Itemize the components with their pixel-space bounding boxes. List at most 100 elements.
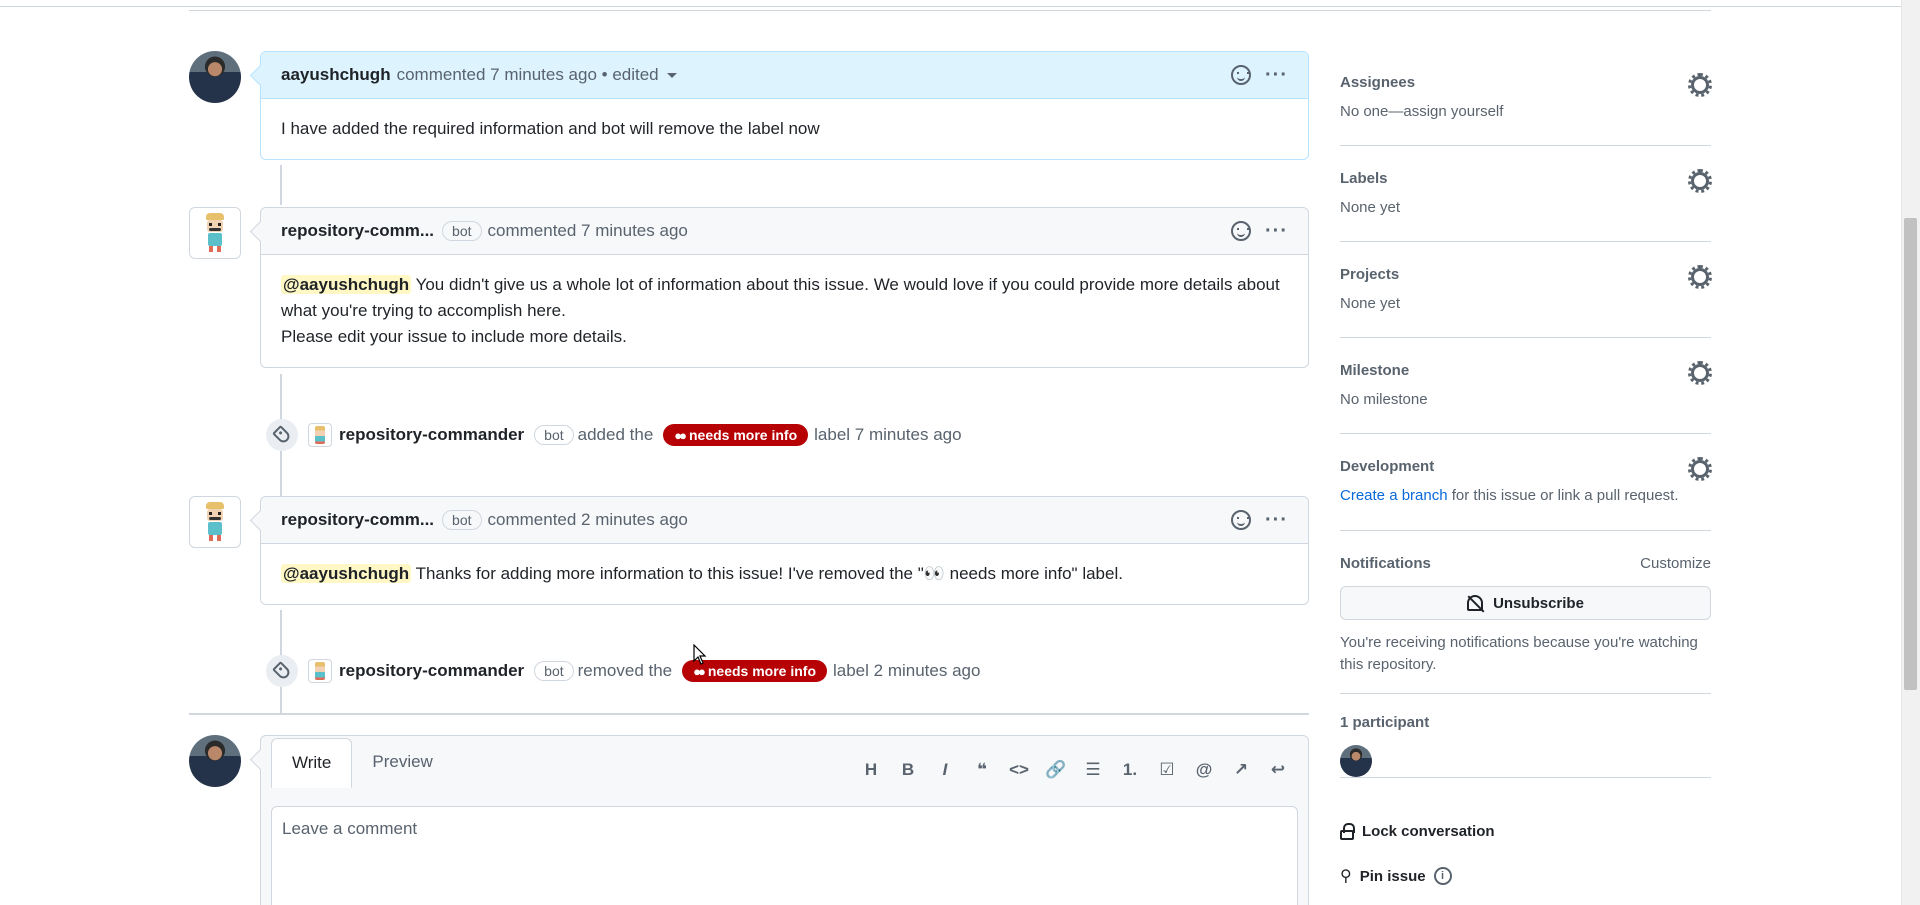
scrollbar[interactable] [1901, 0, 1920, 905]
assignees-title[interactable]: Assignees [1340, 74, 1711, 91]
bot-badge: bot [534, 661, 574, 681]
labels-section: Labels None yet [1340, 146, 1712, 242]
comment-input[interactable]: Leave a comment [271, 806, 1298, 905]
kebab-menu-icon[interactable]: ··· [1265, 221, 1288, 241]
event-action: removed the [577, 661, 673, 680]
participants-title: 1 participant [1340, 714, 1430, 731]
comment-meta[interactable]: commented 7 minutes ago • edited [397, 65, 659, 85]
tab-write[interactable]: Write [271, 738, 353, 788]
comment-header: repository-comm... bot commented 2 minut… [261, 497, 1308, 544]
comment: repository-comm... bot commented 2 minut… [260, 496, 1309, 605]
tag-icon [272, 425, 292, 445]
milestone-title[interactable]: Milestone [1340, 362, 1711, 379]
pin-icon: ⚲ [1340, 868, 1352, 885]
timeline-divider [189, 713, 1309, 715]
smiley-icon[interactable] [1231, 221, 1252, 241]
label-text: needs more info [707, 663, 816, 679]
event-actor[interactable]: repository-commander [339, 425, 524, 445]
development-section: Development Create a branch for this iss… [1340, 434, 1712, 531]
user-mention[interactable]: @aayushchugh [281, 275, 412, 294]
pin-label: Pin issue [1359, 867, 1426, 885]
customize-link[interactable]: Customize [1640, 555, 1711, 572]
unordered-list-icon[interactable]: ☰ [1081, 760, 1105, 780]
lock-icon [1340, 822, 1355, 840]
notifications-section: Notifications Customize Unsubscribe You'… [1340, 531, 1711, 694]
ordered-list-icon[interactable]: 1. [1118, 760, 1142, 780]
italic-icon[interactable]: I [933, 760, 957, 780]
gear-icon[interactable] [1688, 361, 1712, 385]
labels-title[interactable]: Labels [1340, 170, 1711, 187]
comment-meta[interactable]: commented 7 minutes ago [488, 221, 688, 241]
code-icon[interactable]: <> [1007, 760, 1031, 780]
unsubscribe-label: Unsubscribe [1493, 594, 1584, 612]
milestone-section: Milestone No milestone [1340, 338, 1712, 434]
mention-icon[interactable]: @ [1192, 760, 1216, 780]
comment-text: You didn't give us a whole lot of inform… [281, 275, 1280, 320]
timeline-event: repository-commander bot removed the ●● n… [266, 655, 980, 687]
reference-icon[interactable]: ↗ [1229, 760, 1253, 780]
comment-author[interactable]: repository-comm... [281, 510, 434, 530]
comment-header: repository-comm... bot commented 7 minut… [261, 208, 1308, 255]
event-actor[interactable]: repository-commander [339, 661, 524, 681]
lock-conversation-link[interactable]: Lock conversation [1340, 822, 1495, 840]
labels-value: None yet [1340, 199, 1401, 216]
event-suffix: label 2 minutes ago [833, 661, 981, 680]
gear-icon[interactable] [1688, 169, 1712, 193]
timeline-event: repository-commander bot added the ●● nee… [266, 419, 962, 451]
lock-label: Lock conversation [1362, 823, 1495, 840]
bot-avatar[interactable] [189, 207, 241, 259]
participant-avatar[interactable] [1340, 745, 1372, 777]
chevron-down-icon[interactable] [666, 72, 677, 78]
gear-icon[interactable] [1688, 265, 1712, 289]
smiley-icon[interactable] [1231, 65, 1252, 85]
comment-text: Please edit your issue to include more d… [281, 327, 627, 346]
quote-icon[interactable]: ❝ [970, 760, 994, 780]
gear-icon[interactable] [1688, 73, 1712, 97]
projects-title[interactable]: Projects [1340, 266, 1711, 283]
bot-badge: bot [534, 425, 574, 445]
section-divider [189, 10, 1711, 11]
development-text: for this issue or link a pull request. [1447, 487, 1679, 504]
assignees-section: Assignees No one—assign yourself [1340, 62, 1712, 146]
bot-avatar[interactable] [308, 659, 332, 683]
user-mention[interactable]: @aayushchugh [281, 564, 412, 583]
task-list-icon[interactable]: ☑ [1155, 760, 1179, 780]
reply-icon[interactable]: ↩ [1266, 760, 1290, 780]
unsubscribe-button[interactable]: Unsubscribe [1340, 586, 1711, 620]
scrollbar-thumb[interactable] [1904, 218, 1917, 690]
link-icon[interactable]: 🔗 [1044, 760, 1068, 780]
gear-icon[interactable] [1688, 457, 1712, 481]
kebab-menu-icon[interactable]: ··· [1265, 65, 1288, 85]
label-text: needs more info [689, 427, 798, 443]
comment-composer: Write Preview H B I ❝ <> 🔗 ☰ 1. ☑ @ ↗ ↩ … [260, 735, 1309, 905]
kebab-menu-icon[interactable]: ··· [1265, 510, 1288, 530]
comment: aayushchugh commented 7 minutes ago • ed… [260, 51, 1309, 160]
comment-header: aayushchugh commented 7 minutes ago • ed… [261, 52, 1308, 99]
projects-section: Projects None yet [1340, 242, 1712, 338]
bot-avatar[interactable] [308, 423, 332, 447]
event-suffix: label 7 minutes ago [814, 425, 962, 444]
tag-icon [272, 661, 292, 681]
comment-body: @aayushchugh You didn't give us a whole … [261, 255, 1308, 367]
comment-author[interactable]: aayushchugh [281, 65, 391, 85]
top-border [0, 6, 1920, 7]
bot-avatar[interactable] [189, 496, 241, 548]
comment-body: I have added the required information an… [281, 119, 820, 138]
comment-meta[interactable]: commented 2 minutes ago [488, 510, 688, 530]
assignees-value[interactable]: No one—assign yourself [1340, 103, 1711, 120]
development-title[interactable]: Development [1340, 458, 1711, 475]
comment-text: Thanks for adding more information to th… [411, 564, 1123, 583]
smiley-icon[interactable] [1231, 510, 1252, 530]
tab-preview[interactable]: Preview [352, 736, 452, 788]
comment-author[interactable]: repository-comm... [281, 221, 434, 241]
info-icon[interactable]: i [1433, 867, 1452, 885]
label-pill[interactable]: ●● needs more info [663, 424, 809, 446]
heading-icon[interactable]: H [859, 760, 883, 780]
avatar[interactable] [189, 51, 241, 103]
milestone-value: No milestone [1340, 391, 1428, 408]
pin-issue-link[interactable]: ⚲ Pin issue i [1340, 866, 1452, 886]
create-branch-link[interactable]: Create a branch [1340, 487, 1448, 504]
bold-icon[interactable]: B [896, 760, 920, 780]
avatar[interactable] [189, 735, 241, 787]
eyes-icon: ●● [674, 427, 687, 443]
